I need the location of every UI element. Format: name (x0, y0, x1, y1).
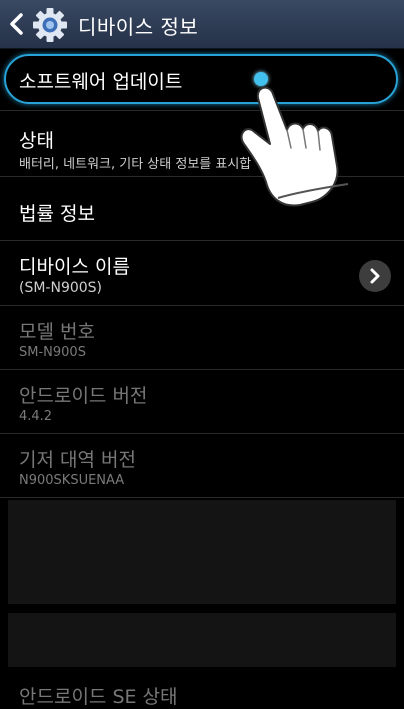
action-bar: 디바이스 정보 (0, 0, 404, 49)
list-item-secondary: 배터리, 네트워크, 기타 상태 정보를 표시합 (19, 157, 252, 172)
redacted-region (8, 500, 396, 604)
list-item-primary: 안드로이드 버전 (19, 385, 148, 407)
list-item-primary: 모델 번호 (19, 321, 95, 343)
list-item-primary: 상태 (19, 130, 54, 152)
pointing-hand-icon (240, 86, 349, 207)
back-arrow-icon[interactable] (6, 11, 28, 37)
list-item-android-version: 안드로이드 버전 4.4.2 (0, 371, 404, 434)
list-item-baseband-version: 기저 대역 버전 N900SKSUENAA (0, 435, 404, 498)
list-item-device-name[interactable]: 디바이스 이름 (SM-N900S) (0, 242, 404, 306)
list-item-primary: 법률 정보 (19, 203, 95, 225)
list-item-primary: 기저 대역 버전 (19, 449, 136, 471)
list-item-android-se-status: 안드로이드 SE 상태 (0, 674, 404, 708)
list-item-primary: 디바이스 이름 (19, 256, 130, 278)
gear-icon (33, 8, 67, 42)
redacted-region (8, 613, 396, 667)
list-item-model-number: 모델 번호 SM-N900S (0, 307, 404, 370)
list-item-primary: 안드로이드 SE 상태 (19, 686, 178, 708)
chevron-right-icon[interactable] (359, 260, 391, 292)
page-title: 디바이스 정보 (78, 15, 199, 39)
list-item-secondary: N900SKSUENAA (19, 473, 125, 488)
list-item-secondary: SM-N900S (19, 345, 86, 360)
list-item-primary: 소프트웨어 업데이트 (19, 71, 183, 93)
list-item-secondary: (SM-N900S) (19, 280, 103, 296)
list-item-secondary: 4.4.2 (19, 409, 53, 424)
